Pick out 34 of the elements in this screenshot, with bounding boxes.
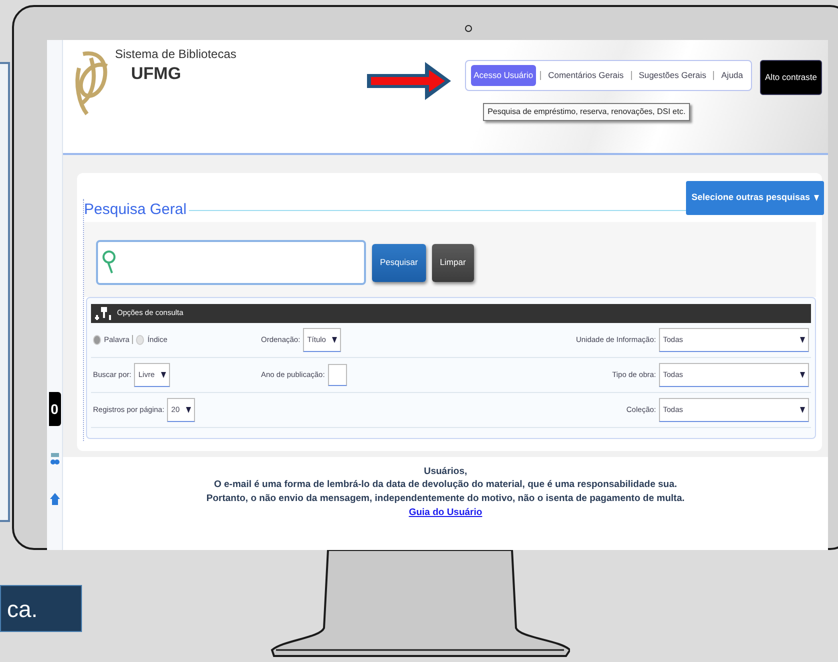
notice-text: Portanto, o não envio da mensagem, independentemente do motivo, não o isenta de pagamento de multa.	[205, 492, 686, 506]
camera-dot	[465, 25, 472, 32]
search-icon	[102, 249, 116, 275]
caret-icon	[160, 370, 166, 378]
caret-icon	[332, 336, 337, 344]
home-icon[interactable]	[48, 492, 60, 506]
caret-icon	[186, 406, 191, 414]
clear-button[interactable]: Limpar	[432, 244, 474, 282]
site-title: Sistema de Bibliotecas	[115, 48, 236, 62]
caret-icon	[800, 336, 805, 344]
radio-button[interactable]	[93, 334, 101, 344]
nav-link[interactable]: Comentários Gerais	[545, 65, 627, 86]
caret-icon	[800, 370, 805, 378]
high-contrast-button[interactable]: Alto contraste	[760, 60, 822, 95]
caption-text: ca.	[0, 585, 82, 632]
arrow-icon	[364, 60, 453, 102]
tooltip: Pesquisa de empréstimo, reserva, renovações, DSI etc.	[482, 102, 690, 121]
tree-icon	[94, 306, 114, 320]
input-field[interactable]	[328, 364, 347, 386]
notice-text: Usuários,	[422, 464, 468, 478]
nav-link[interactable]: Acesso Usuário	[470, 65, 536, 86]
caret-icon	[814, 194, 819, 202]
sidebar-tab[interactable]: 0	[48, 392, 60, 426]
nav-link[interactable]: Sugestões Gerais	[636, 65, 710, 86]
user-guide-link[interactable]: Guia do Usuário	[408, 506, 482, 518]
search-field[interactable]	[96, 240, 366, 284]
site-name: UFMG	[131, 63, 182, 86]
panel-legend: Pesquisa Geral	[84, 199, 187, 222]
radio-button[interactable]	[136, 334, 144, 344]
search-button[interactable]: Pesquisar	[372, 244, 426, 282]
caret-icon	[800, 406, 805, 414]
notice-text: O e-mail é uma forma de lembrá-lo da data de devolução do material, que é uma responsabilidade sua.	[213, 478, 678, 492]
nav-link[interactable]: Ajuda	[718, 65, 746, 86]
other-searches-button[interactable]: Selecione outras pesquisas	[686, 181, 824, 214]
